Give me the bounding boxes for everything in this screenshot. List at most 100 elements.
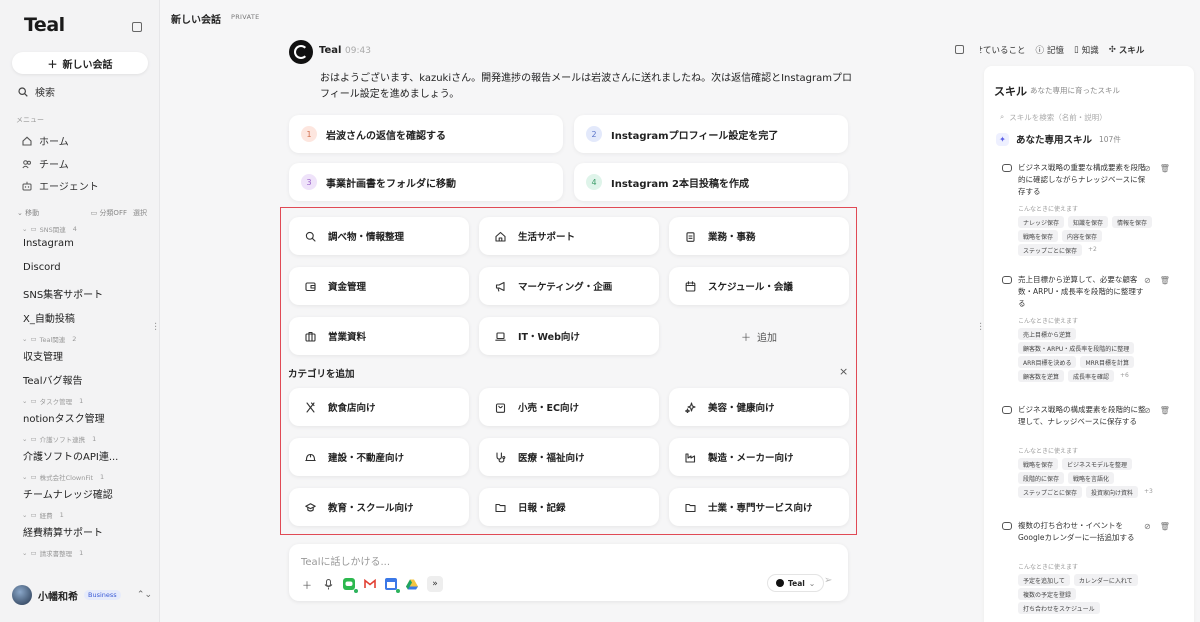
sidebar-conversation[interactable]: 経費精算サポート (23, 524, 103, 539)
sidebar-conversation[interactable]: X_自動投稿 (23, 310, 75, 325)
suggestion-card[interactable]: 2 Instagramプロフィール設定を完了 (574, 115, 848, 153)
folder-label: SNS関連 (39, 226, 66, 234)
skill-title: ビジネス戦略の構成要素を段階的に整理して、ナレッジベースに保存する (1018, 405, 1146, 426)
category-card[interactable]: スケジュール・会議 (669, 267, 849, 305)
chat-composer[interactable]: Tealに話しかける... ＋ » Teal ⌄ ➢ (289, 544, 848, 601)
suggestion-number: 3 (301, 174, 317, 190)
sidebar-folder[interactable]: ⌄ ▭ 経費 1 (22, 510, 64, 520)
category-card[interactable]: マーケティング・企画 (479, 267, 659, 305)
sidebar-conversation[interactable]: 介護ソフトのAPI連... (23, 448, 118, 463)
category-card[interactable]: 日報・記録 (479, 488, 659, 526)
category-card[interactable]: 美容・健康向け (669, 388, 849, 426)
suggestion-card[interactable]: 4 Instagram 2本目投稿を作成 (574, 163, 848, 201)
my-skills-section[interactable]: ✦ あなた専用スキル 107件 (996, 132, 1121, 146)
disable-icon[interactable]: ⊘ (1144, 406, 1151, 415)
trash-icon[interactable]: 🗑 (1160, 276, 1170, 285)
sidebar-conversation[interactable]: Tealバグ報告 (23, 372, 82, 387)
sidebar-item-team[interactable]: チーム (22, 156, 69, 171)
sidebar-collapse-icon[interactable] (132, 22, 142, 32)
add-category-button[interactable]: ＋ 追加 (669, 317, 849, 355)
category-card[interactable]: 医療・福祉向け (479, 438, 659, 476)
sidebar-folder[interactable]: ⌄ ▭ 介護ソフト連携 1 (22, 434, 96, 444)
category-label: 業務・事務 (708, 232, 756, 243)
disable-icon[interactable]: ⊘ (1144, 164, 1151, 173)
more-tools-button[interactable]: » (427, 576, 443, 592)
folder-icon: ▭ (30, 511, 37, 519)
trash-icon[interactable]: 🗑 (1160, 406, 1170, 415)
right-panel-toggle-icon[interactable] (955, 45, 964, 54)
send-icon[interactable]: ➢ (824, 575, 832, 586)
disable-icon[interactable]: ⊘ (1144, 276, 1151, 285)
user-menu[interactable]: 小幡和希 Business ⌃⌄ (12, 585, 152, 605)
sidebar-search[interactable]: 検索 (18, 84, 55, 99)
trash-icon[interactable]: 🗑 (1160, 164, 1170, 173)
visibility-badge: PRIVATE (231, 13, 260, 21)
category-card[interactable]: 士業・専門サービス向け (669, 488, 849, 526)
folder-label: 株式会社ClownFit (39, 474, 93, 482)
right-panel-resize-handle[interactable]: · · · (979, 320, 982, 336)
sidebar-item-home[interactable]: ホーム (22, 133, 69, 148)
gmail-icon[interactable] (364, 578, 376, 590)
folder-count: 1 (100, 473, 105, 481)
sidebar-conversation[interactable]: チームナレッジ確認 (23, 486, 113, 501)
sidebar-conversation[interactable]: 収支管理 (23, 348, 63, 363)
category-card[interactable]: 資金管理 (289, 267, 469, 305)
chat-input[interactable]: Tealに話しかける... (301, 553, 390, 568)
skill-robot-icon (1002, 522, 1012, 530)
tab-memory[interactable]: ⓘ 記憶 (1036, 44, 1065, 56)
skill-when-label: こんなときに使えます (1018, 206, 1079, 213)
category-card[interactable]: 小売・EC向け (479, 388, 659, 426)
teal-logo: Teal (24, 14, 65, 36)
sidebar-conversation[interactable]: SNS集客サポート (23, 286, 103, 301)
chevron-down-icon: ⌄ (22, 225, 28, 233)
skill-count: 107件 (1099, 134, 1121, 144)
new-chat-button[interactable]: ＋ 新しい会話 (12, 52, 148, 74)
select-button[interactable]: 選択 (133, 208, 147, 218)
trash-icon[interactable]: 🗑 (1160, 522, 1170, 531)
folder-icon: ▭ (30, 335, 37, 343)
sidebar-conversation[interactable]: notionタスク管理 (23, 410, 105, 425)
category-card[interactable]: 業務・事務 (669, 217, 849, 255)
sidebar-conversation[interactable]: Instagram (23, 238, 74, 249)
suggestion-card[interactable]: 3 事業計画書をフォルダに移動 (289, 163, 563, 201)
suggestion-card[interactable]: 1 岩波さんの返信を確認する (289, 115, 563, 153)
sidebar-folder[interactable]: ⌄ ▭ 請求書整理 1 (22, 548, 83, 558)
sidebar-folder[interactable]: ⌄ ▭ SNS関連 4 (22, 224, 77, 234)
folder-icon: ▭ (30, 397, 37, 405)
close-icon[interactable]: × (839, 365, 848, 378)
tab-delegated[interactable]: 任せていること (980, 44, 1026, 56)
plus-icon[interactable]: ＋ (301, 578, 313, 592)
model-selector[interactable]: Teal ⌄ (767, 574, 825, 592)
sidebar-item-agent[interactable]: エージェント (22, 178, 99, 193)
microphone-icon[interactable] (322, 578, 334, 590)
category-card[interactable]: 教育・スクール向け (289, 488, 469, 526)
sidebar-folder[interactable]: ⌄ ▭ Teal関連 2 (22, 334, 76, 344)
skill-tag: 顧客数を逆算 (1018, 370, 1065, 382)
sidebar-item-label: チーム (39, 160, 69, 171)
drive-app-icon[interactable] (406, 578, 418, 590)
sidebar-folder[interactable]: ⌄ ▭ タスク管理 1 (22, 396, 83, 406)
move-button[interactable]: 移動 (25, 208, 39, 218)
sidebar-resize-handle[interactable]: · · · (154, 320, 157, 336)
skill-when-label: こんなときに使えます (1018, 318, 1079, 325)
tab-skills[interactable]: ✣ スキル (1109, 44, 1145, 56)
megaphone-icon (495, 281, 505, 292)
sidebar-conversation[interactable]: Discord (23, 262, 61, 273)
sidebar-folder[interactable]: ⌄ ▭ 株式会社ClownFit 1 (22, 472, 104, 482)
category-card[interactable]: 調べ物・情報整理 (289, 217, 469, 255)
more-tags-count: +2 (1088, 245, 1097, 253)
line-app-icon[interactable] (343, 578, 358, 593)
category-card[interactable]: 飲食店向け (289, 388, 469, 426)
add-label: 追加 (757, 332, 777, 344)
skills-search-input[interactable]: ⌕ スキルを検索（名前・説明） (1000, 112, 1107, 123)
category-card[interactable]: 営業資料 (289, 317, 469, 355)
skill-tag: 成長率を確認 (1068, 370, 1115, 382)
category-card[interactable]: IT・Web向け (479, 317, 659, 355)
calendar-app-icon[interactable] (385, 578, 400, 593)
category-card[interactable]: 製造・メーカー向け (669, 438, 849, 476)
category-card[interactable]: 建設・不動産向け (289, 438, 469, 476)
group-off-toggle[interactable]: 分類OFF (99, 208, 127, 218)
tab-knowledge[interactable]: ▯ 知識 (1074, 44, 1099, 56)
disable-icon[interactable]: ⊘ (1144, 522, 1151, 531)
category-card[interactable]: 生活サポート (479, 217, 659, 255)
